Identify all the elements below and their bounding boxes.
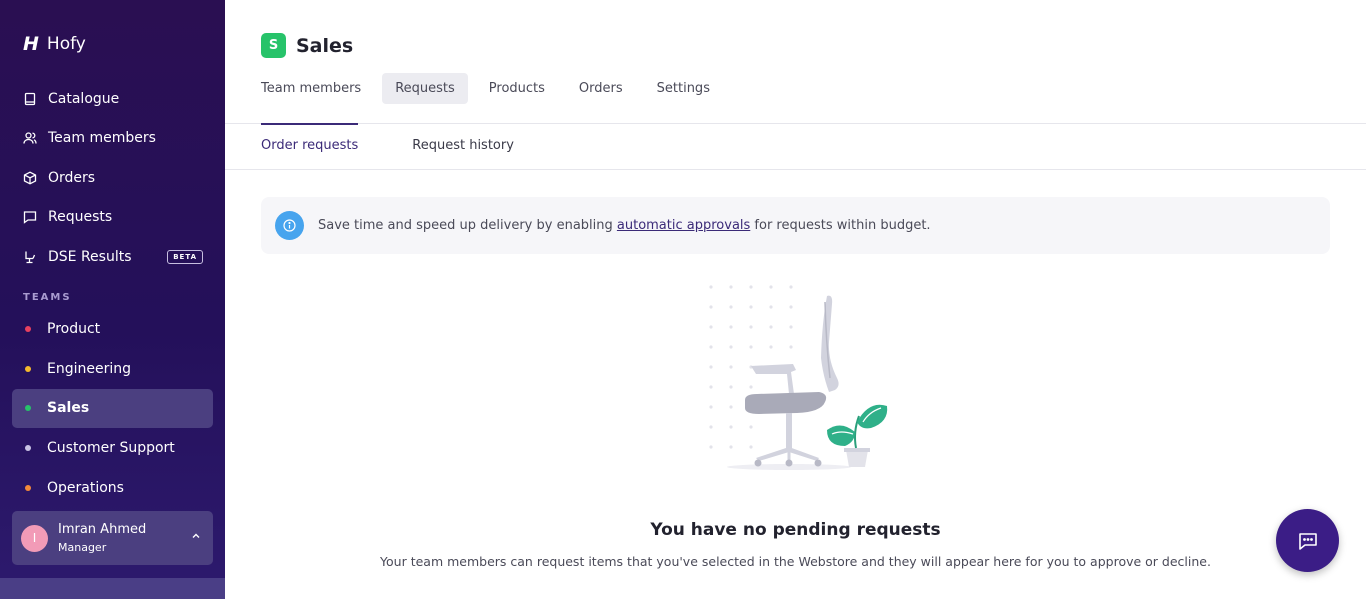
- main-nav: Catalogue Team members Orders Requests D…: [12, 79, 213, 277]
- beta-badge: BETA: [167, 249, 203, 264]
- chat-icon: [1298, 532, 1317, 550]
- nav-item-dse-results[interactable]: DSE Results BETA: [12, 237, 213, 277]
- chair-icon: [23, 250, 37, 264]
- page-title: Sales: [296, 34, 354, 57]
- empty-state-description: Your team members can request items that…: [380, 554, 1211, 569]
- main-content: S Sales Team members Requests Products O…: [225, 0, 1366, 599]
- team-label: Operations: [47, 480, 124, 497]
- nav-item-orders[interactable]: Orders: [12, 158, 213, 198]
- user-name: Imran Ahmed: [58, 522, 147, 537]
- team-badge: S: [261, 33, 286, 58]
- team-item-sales[interactable]: Sales: [12, 388, 213, 429]
- nav-label: Catalogue: [48, 90, 120, 107]
- automatic-approvals-link[interactable]: automatic approvals: [617, 218, 750, 233]
- nav-label: Requests: [48, 209, 113, 226]
- nav-item-team-members[interactable]: Team members: [12, 119, 213, 159]
- team-color-dot: [25, 445, 31, 452]
- tab-products[interactable]: Products: [476, 73, 558, 104]
- nav-item-catalogue[interactable]: Catalogue: [12, 79, 213, 119]
- info-banner: Save time and speed up delivery by enabl…: [261, 197, 1330, 254]
- nav-label: Orders: [48, 169, 96, 186]
- users-icon: [23, 131, 37, 145]
- nav-label: Team members: [48, 130, 156, 147]
- team-color-dot: [25, 485, 31, 492]
- tab-settings[interactable]: Settings: [644, 73, 723, 104]
- team-item-operations[interactable]: Operations: [12, 468, 213, 508]
- user-menu[interactable]: I Imran Ahmed Manager: [12, 511, 213, 565]
- team-item-product[interactable]: Product: [12, 309, 213, 349]
- subtab-request-history[interactable]: Request history: [412, 124, 514, 169]
- nav-item-requests[interactable]: Requests: [12, 198, 213, 238]
- brand-name: Hofy: [46, 34, 86, 54]
- info-icon: [275, 211, 304, 240]
- team-color-dot: [25, 365, 31, 372]
- message-icon: [23, 210, 37, 225]
- empty-state-chair-illustration: [709, 285, 888, 470]
- team-color-dot: [25, 325, 31, 332]
- divider: [225, 169, 1366, 170]
- sidebar-footer: [0, 578, 225, 599]
- banner-text-after: for requests within budget.: [750, 218, 931, 233]
- nav-label: DSE Results: [48, 248, 132, 265]
- tab-team-members[interactable]: Team members: [261, 73, 374, 104]
- page-header: S Sales: [261, 33, 353, 58]
- team-label: Customer Support: [47, 440, 175, 457]
- teams-list: Product Engineering Sales Customer Suppo…: [12, 309, 213, 508]
- team-label: Engineering: [47, 360, 131, 377]
- team-label: Sales: [47, 400, 90, 417]
- book-icon: [23, 92, 37, 106]
- team-color-dot: [25, 405, 31, 412]
- team-item-customer-support[interactable]: Customer Support: [12, 428, 213, 468]
- team-tabs: Team members Requests Products Orders Se…: [261, 73, 731, 104]
- empty-state-title: You have no pending requests: [650, 520, 941, 540]
- team-item-engineering[interactable]: Engineering: [12, 349, 213, 389]
- banner-text-before: Save time and speed up delivery by enabl…: [318, 218, 617, 233]
- sidebar: H Hofy Catalogue Team members Orders Req…: [0, 0, 225, 599]
- banner-text: Save time and speed up delivery by enabl…: [318, 218, 931, 233]
- teams-heading: TEAMS: [23, 292, 72, 303]
- chat-support-button[interactable]: [1276, 509, 1339, 572]
- avatar: I: [21, 524, 48, 552]
- hofy-logo-icon: H: [23, 33, 39, 55]
- user-role: Manager: [58, 541, 107, 554]
- tab-requests[interactable]: Requests: [382, 73, 468, 104]
- request-subtabs: Order requests Request history: [261, 123, 568, 169]
- user-info: Imran Ahmed Manager: [58, 522, 146, 554]
- subtab-order-requests[interactable]: Order requests: [261, 123, 359, 169]
- tab-orders[interactable]: Orders: [566, 73, 636, 104]
- brand-logo[interactable]: H Hofy: [23, 33, 86, 55]
- box-icon: [23, 171, 37, 185]
- chevron-up-icon: [192, 533, 200, 538]
- team-label: Product: [47, 320, 101, 337]
